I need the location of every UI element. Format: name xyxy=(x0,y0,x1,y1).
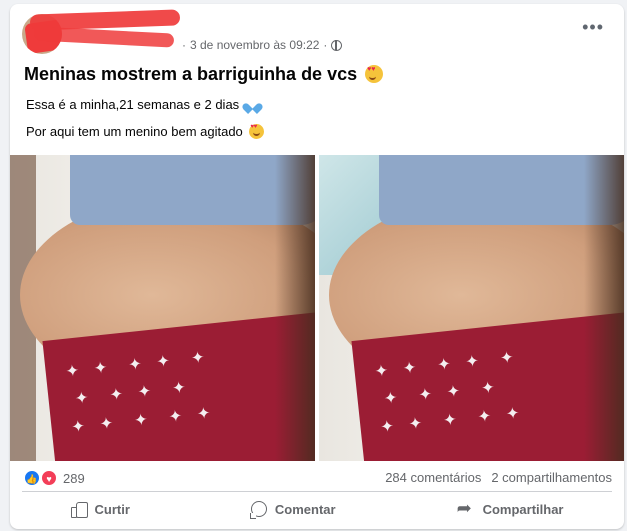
meta-separator: · xyxy=(182,38,186,52)
actions-divider xyxy=(22,491,612,492)
reactions-summary[interactable]: 👍 ♥ 289 xyxy=(24,470,85,486)
post-card: · 3 de novembro às 09:22 · ••• Meninas m… xyxy=(10,4,624,529)
photo-shade xyxy=(584,155,624,461)
more-options-button[interactable]: ••• xyxy=(582,18,604,36)
share-arrow-icon xyxy=(457,498,475,519)
globe-icon[interactable] xyxy=(331,39,343,51)
reactions-count[interactable]: 289 xyxy=(63,471,85,486)
post-text-line-2: Por aqui tem um menino bem agitado xyxy=(26,124,265,139)
thumbs-up-icon xyxy=(70,501,88,518)
engagement-counts: 284 comentários 2 compartilhamentos xyxy=(385,470,612,485)
post-text-line-1: Essa é a minha,21 semanas e 2 dias xyxy=(26,97,259,112)
comment-button-label: Comentar xyxy=(274,501,336,517)
meta-separator-2: · xyxy=(323,38,328,52)
post-photo-1[interactable] xyxy=(10,155,315,461)
post-title: Meninas mostrem a barriguinha de vcs xyxy=(24,64,384,85)
photo-grid xyxy=(10,155,624,461)
photo-shade xyxy=(275,155,315,461)
post-photo-2[interactable] xyxy=(319,155,624,461)
heart-eyes-emoji-icon xyxy=(365,65,384,83)
like-button-label: Curtir xyxy=(94,501,130,517)
share-button[interactable]: Compartilhar xyxy=(437,498,584,521)
post-title-text: Meninas mostrem a barriguinha de vcs xyxy=(24,64,358,84)
share-button-label: Compartilhar xyxy=(482,501,564,517)
post-actions-bar: Curtir Comentar Compartilhar xyxy=(10,494,624,524)
comments-count[interactable]: 284 comentários xyxy=(385,470,481,485)
blue-heart-emoji-icon xyxy=(247,99,259,110)
shares-count[interactable]: 2 compartilhamentos xyxy=(491,470,612,485)
comment-button[interactable]: Comentar xyxy=(231,497,356,521)
post-header: · 3 de novembro às 09:22 · ••• xyxy=(10,4,624,54)
post-text-line-1-text: Essa é a minha,21 semanas e 2 dias xyxy=(26,97,240,112)
heart-eyes-emoji-icon xyxy=(249,124,265,139)
like-reaction-icon: 👍 xyxy=(24,470,40,486)
comment-bubble-icon xyxy=(249,501,267,519)
post-meta: · 3 de novembro às 09:22 · xyxy=(182,38,343,52)
post-text-line-2-text: Por aqui tem um menino bem agitado xyxy=(26,124,243,139)
love-reaction-icon: ♥ xyxy=(41,470,57,486)
like-button[interactable]: Curtir xyxy=(51,497,150,521)
post-timestamp[interactable]: 3 de novembro às 09:22 xyxy=(190,38,319,52)
